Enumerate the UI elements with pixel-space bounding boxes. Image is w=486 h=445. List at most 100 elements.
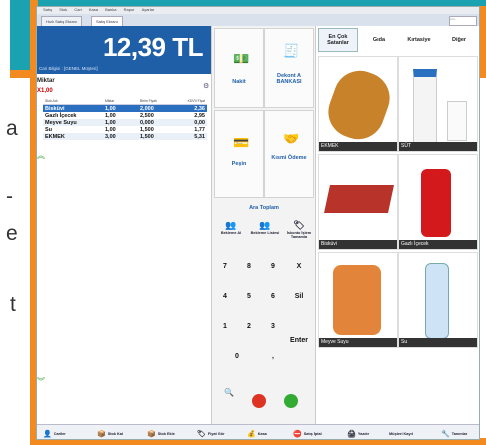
cash-advance-button[interactable]: 💳 Peşin <box>214 110 264 198</box>
subtotal-button[interactable]: Ara Toplam <box>212 200 316 216</box>
sale-cancel-button[interactable]: ⛔ Satış İptal <box>293 428 322 439</box>
receipt-bank-button[interactable]: 🧾 Dekont A BANKASI <box>264 28 314 108</box>
item-total: 2,36 <box>194 105 205 112</box>
total-amount: 12,39 TL <box>102 32 204 62</box>
hold-label: Bekleme Al <box>220 231 242 235</box>
tab-satis-ekrani[interactable]: Satış Ekranı <box>91 16 123 26</box>
key-3[interactable]: 3 <box>262 316 284 338</box>
hold-button[interactable]: 👥 Bekleme Al <box>214 218 248 248</box>
table-row[interactable]: Meyve Suyu 1,00 0,000 0,00 <box>43 119 207 126</box>
item-qty: 1,00 <box>105 105 116 112</box>
table-row[interactable]: Bisküvi 1,00 2,000 2,36 <box>43 105 207 112</box>
stock-balance-button[interactable]: 📦 Stok Kal <box>97 428 123 439</box>
category-tab-bestsellers[interactable]: En Çok Satanlar <box>318 28 358 52</box>
discount-button[interactable]: 🏷 İskonto İşlem Tamamla <box>282 218 316 248</box>
quantity-label: Miktar <box>37 78 55 84</box>
hold-list-button[interactable]: 👥 Bekleme Listesi <box>248 218 282 248</box>
print-button[interactable]: 🖨 Yazdır <box>347 428 370 439</box>
customers-icon: 👤 <box>43 431 52 438</box>
definitions-icon: 🔧 <box>441 431 450 438</box>
item-total: 2,95 <box>194 112 205 119</box>
item-price: 1,500 <box>140 126 154 133</box>
price-check-label: Fiyat Gör <box>207 432 225 436</box>
item-qty: 1,00 <box>105 112 116 119</box>
key-0[interactable]: 0 <box>226 346 248 368</box>
partial-payment-label: Kısmi Ödeme <box>271 155 307 161</box>
menu-item[interactable]: Cari <box>74 7 81 12</box>
key-9[interactable]: 9 <box>262 256 284 278</box>
stock-add-icon: 📦 <box>147 431 156 438</box>
stop-icon[interactable] <box>252 394 266 408</box>
customer-register-button[interactable]: Müşteri Kayıt <box>389 428 413 439</box>
customers-button[interactable]: 👤 Cariler <box>43 428 66 439</box>
cash-advance-label: Peşin <box>231 161 247 167</box>
product-milk[interactable]: SÜT <box>398 56 478 152</box>
item-price: 2,000 <box>140 105 154 112</box>
menu-item[interactable]: Ayarlar <box>142 7 155 12</box>
key-6[interactable]: 6 <box>262 286 284 308</box>
item-price: 1,500 <box>140 133 154 140</box>
juice-jar-image <box>333 265 381 335</box>
product-soda[interactable]: Gazlı İçecek <box>398 154 478 250</box>
customers-label: Cariler <box>53 432 66 436</box>
customer-info[interactable]: Cari Bilgisi : [GENEL Müşteri] <box>39 66 98 71</box>
key-2[interactable]: 2 <box>238 316 260 338</box>
tab-hizli-satis[interactable]: Hızlı Satış Ekranı <box>41 16 82 26</box>
product-panel: En Çok Satanlar Gıda Kırtasiye Diğer EKM… <box>315 26 479 424</box>
quantity-value[interactable]: X1,00 <box>37 88 53 94</box>
cart-table: Stok Adı Miktar Birim Fiyatı KDV'li Fiya… <box>43 98 207 140</box>
stock-balance-label: Stok Kal <box>107 432 123 436</box>
menu-item[interactable]: Stok <box>59 7 67 12</box>
key-1[interactable]: 1 <box>214 316 236 338</box>
menu-item[interactable]: Satış <box>43 7 52 12</box>
partial-payment-button[interactable]: 🤝 Kısmi Ödeme <box>264 110 314 198</box>
scroll-down-icon[interactable]: ︾ <box>37 376 45 387</box>
cashbox-button[interactable]: 💰 Kasa <box>247 428 267 439</box>
key-8[interactable]: 8 <box>238 256 260 278</box>
key-5[interactable]: 5 <box>238 286 260 308</box>
key-multiply[interactable]: X <box>288 256 310 278</box>
stock-add-button[interactable]: 📦 Stok Ekle <box>147 428 175 439</box>
discount-label: İskonto İşlem Tamamla <box>286 231 312 239</box>
key-4[interactable]: 4 <box>214 286 236 308</box>
product-name: Meyve Suyu <box>319 338 397 347</box>
price-check-button[interactable]: 🏷 Fiyat Gör <box>197 428 225 439</box>
key-7[interactable]: 7 <box>214 256 236 278</box>
table-row[interactable]: Gazlı İçecek 1,00 2,500 2,95 <box>43 112 207 119</box>
cash-button[interactable]: 💵 Nakit <box>214 28 264 108</box>
background-text-4: t <box>10 293 16 316</box>
menu-item[interactable]: Rapor <box>124 7 135 12</box>
category-tab-other[interactable]: Diğer <box>440 28 478 52</box>
price-check-icon: 🏷 <box>197 431 206 438</box>
key-enter[interactable]: Enter <box>288 330 310 352</box>
product-biscuit[interactable]: Bisküvi <box>318 154 398 250</box>
product-juice[interactable]: Meyve Suyu <box>318 252 398 348</box>
key-comma[interactable]: , <box>262 346 284 368</box>
milk-glass-image <box>447 101 467 141</box>
scroll-up-icon[interactable]: ︽ <box>37 150 45 161</box>
table-row[interactable]: Su 1,00 1,500 1,77 <box>43 126 207 133</box>
receipt-bank-label: Dekont A BANKASI <box>276 73 302 85</box>
product-bread[interactable]: EKMEK <box>318 56 398 152</box>
product-water[interactable]: Su <box>398 252 478 348</box>
key-delete[interactable]: Sil <box>288 286 310 308</box>
printer-icon: 🖨 <box>347 431 356 438</box>
print-label: Yazdır <box>357 432 370 436</box>
category-tab-food[interactable]: Gıda <box>360 28 398 52</box>
definitions-button[interactable]: 🔧 Tanımlar <box>441 428 467 439</box>
confirm-icon[interactable] <box>284 394 298 408</box>
menu-item[interactable]: Banka <box>105 7 116 12</box>
product-name: Su <box>399 338 477 347</box>
item-name: Bisküvi <box>45 105 65 112</box>
cart-panel: 12,39 TL Cari Bilgisi : [GENEL Müşteri] … <box>37 26 211 424</box>
table-row[interactable]: EKMEK 3,00 1,500 5,31 <box>43 133 207 140</box>
search-input[interactable]: Ara... <box>449 16 477 26</box>
pos-window: Satış Stok Cari Kasa Banka Rapor Ayarlar… <box>36 6 480 440</box>
category-tab-stationery[interactable]: Kırtasiye <box>400 28 438 52</box>
gear-icon[interactable]: ⚙ <box>203 82 209 90</box>
item-price: 0,000 <box>140 119 154 126</box>
item-name: Su <box>45 126 53 133</box>
menu-item[interactable]: Kasa <box>89 7 98 12</box>
item-qty: 3,00 <box>105 133 116 140</box>
stock-search-button[interactable]: 🔍 <box>216 388 242 412</box>
